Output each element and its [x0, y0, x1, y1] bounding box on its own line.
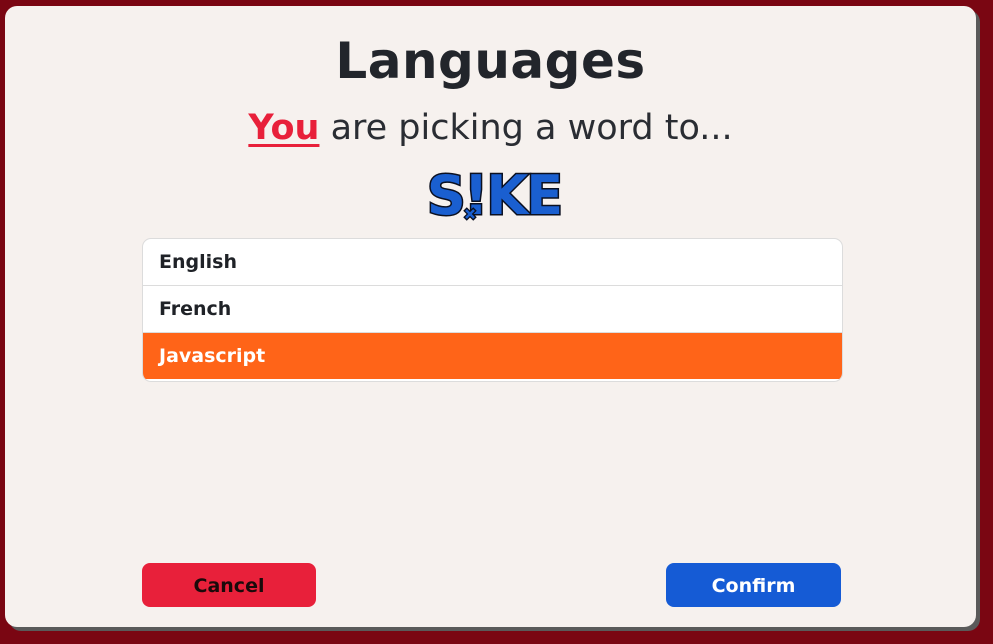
subtitle-text: are picking a word to... — [319, 108, 733, 148]
dialog-title: Languages — [335, 32, 646, 90]
confirm-button[interactable]: Confirm — [666, 563, 841, 607]
cancel-button[interactable]: Cancel — [142, 563, 316, 607]
sike-logo: S!KE — [425, 163, 564, 225]
language-list: English French Javascript — [142, 238, 843, 382]
logo-x-mark — [463, 207, 477, 221]
language-option-javascript[interactable]: Javascript — [143, 333, 842, 379]
dialog-subtitle: You are picking a word to... — [5, 108, 976, 148]
language-option-english[interactable]: English — [143, 239, 842, 286]
logo-text: S!KE — [427, 164, 561, 224]
subtitle-highlight: You — [248, 108, 320, 148]
language-option-french[interactable]: French — [143, 286, 842, 333]
language-picker-dialog: Languages You are picking a word to... S… — [5, 6, 976, 627]
